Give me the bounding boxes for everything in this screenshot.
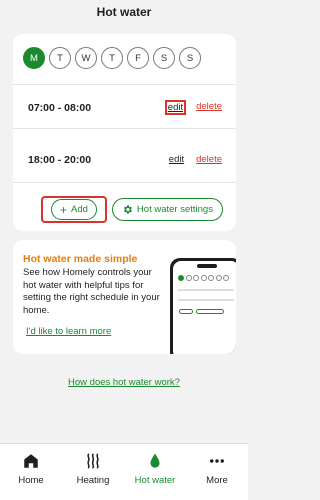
page-title: Hot water bbox=[96, 5, 152, 19]
schedule-actions: + Add Hot water settings bbox=[41, 196, 223, 223]
tab-label: Home bbox=[18, 475, 44, 486]
day-sunday[interactable]: S bbox=[179, 47, 201, 69]
divider bbox=[13, 128, 236, 129]
settings-label: Hot water settings bbox=[136, 204, 213, 215]
tab-label: More bbox=[206, 475, 228, 486]
day-saturday[interactable]: S bbox=[153, 47, 175, 69]
tab-more[interactable]: More bbox=[189, 452, 245, 486]
tab-label: Hot water bbox=[134, 475, 176, 486]
promo-text: See how Homely controls your hot water w… bbox=[23, 267, 160, 316]
tab-heating[interactable]: Heating bbox=[65, 452, 121, 486]
tab-label: Heating bbox=[76, 475, 110, 486]
day-tuesday[interactable]: T bbox=[49, 47, 71, 69]
day-thursday[interactable]: T bbox=[101, 47, 123, 69]
day-selector: M T W T F S S bbox=[13, 34, 236, 69]
day-friday[interactable]: F bbox=[127, 47, 149, 69]
hot-water-help-link[interactable]: How does hot water work? bbox=[0, 377, 248, 388]
day-wednesday[interactable]: W bbox=[75, 47, 97, 69]
tab-home[interactable]: Home bbox=[3, 452, 59, 486]
learn-more-link[interactable]: I'd like to learn more bbox=[26, 326, 111, 337]
divider bbox=[13, 84, 236, 85]
schedule-slot: 07:00 - 08:00 edit delete bbox=[28, 100, 224, 115]
home-icon bbox=[24, 454, 38, 468]
schedule-card: M T W T F S S 07:00 - 08:00 edit delete … bbox=[13, 34, 236, 231]
edit-slot-button[interactable]: edit bbox=[167, 153, 186, 166]
tab-hot-water[interactable]: Hot water bbox=[127, 452, 183, 486]
plus-icon: + bbox=[60, 202, 68, 217]
delete-slot-button[interactable]: delete bbox=[194, 100, 224, 115]
promo-title: Hot water made simple bbox=[23, 253, 138, 265]
more-dots-icon bbox=[210, 459, 224, 463]
water-drop-icon bbox=[150, 453, 160, 468]
promo-card: Hot water made simple See how Homely con… bbox=[13, 240, 236, 354]
delete-slot-button[interactable]: delete bbox=[194, 153, 224, 166]
bottom-tab-bar: Home Heating Hot water More bbox=[0, 443, 248, 500]
slot-time: 18:00 - 20:00 bbox=[28, 153, 92, 166]
heat-waves-icon bbox=[87, 453, 99, 469]
schedule-slot: 18:00 - 20:00 edit delete bbox=[28, 153, 224, 166]
add-label: Add bbox=[71, 204, 88, 215]
phone-illustration bbox=[170, 258, 236, 354]
day-monday[interactable]: M bbox=[23, 47, 45, 69]
page-header: Hot water bbox=[0, 0, 248, 24]
add-slot-button[interactable]: + Add bbox=[41, 196, 107, 223]
edit-slot-button[interactable]: edit bbox=[164, 100, 187, 115]
slot-time: 07:00 - 08:00 bbox=[28, 101, 92, 114]
hot-water-settings-button[interactable]: Hot water settings bbox=[111, 198, 223, 221]
gear-icon bbox=[123, 205, 132, 214]
divider bbox=[13, 182, 236, 183]
